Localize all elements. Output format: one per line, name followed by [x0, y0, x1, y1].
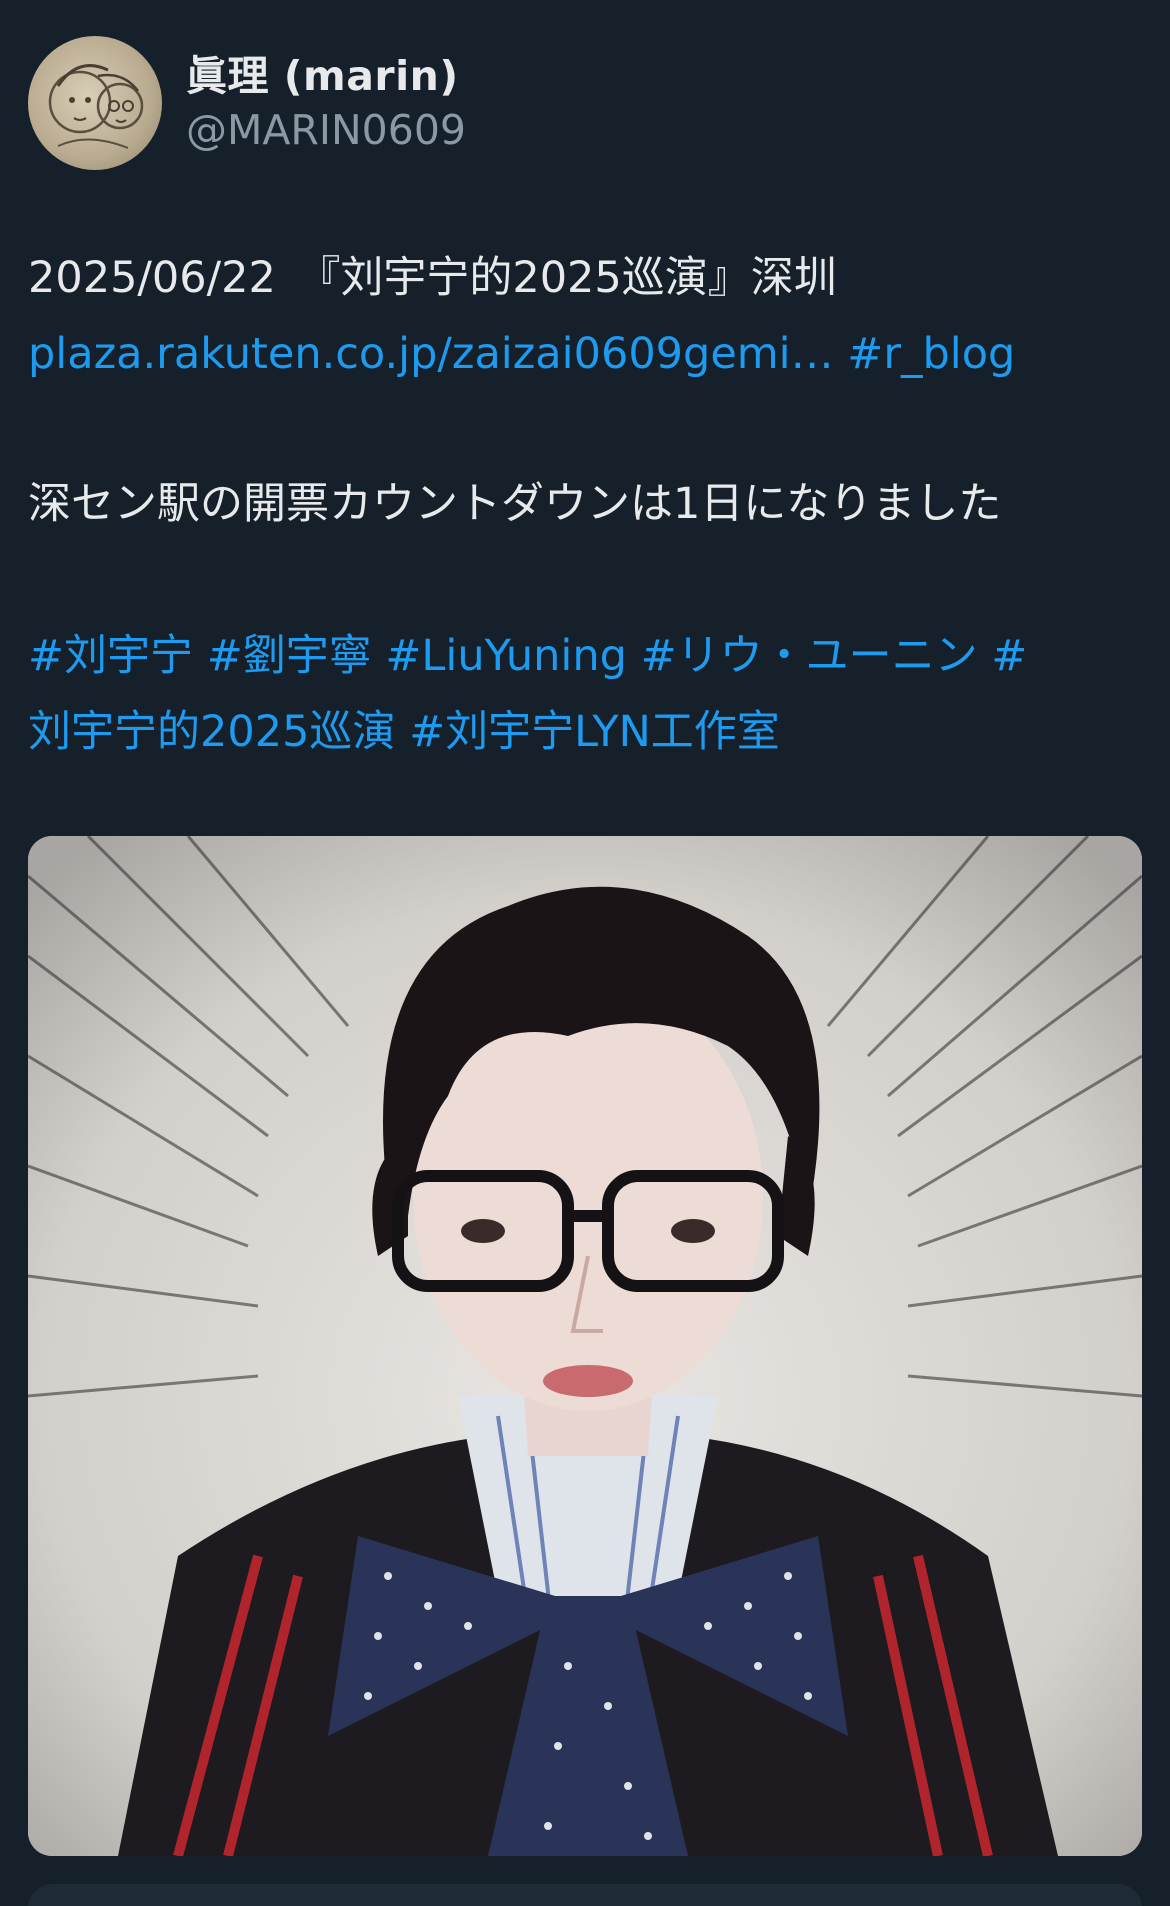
- author-names: 眞理 (marin) @MARIN0609: [186, 50, 466, 156]
- tweet-date-title: 2025/06/22 『刘宇宁的2025巡演』深圳: [28, 253, 837, 303]
- bottom-card-edge: [28, 1884, 1142, 1906]
- hashtags-line-2[interactable]: 刘宇宁的2025巡演 #刘宇宁LYN工作室: [28, 704, 780, 760]
- user-handle[interactable]: @MARIN0609: [186, 104, 466, 156]
- blog-link[interactable]: plaza.rakuten.co.jp/zaizai0609gemi…: [28, 329, 834, 379]
- tweet-media-image[interactable]: [28, 836, 1142, 1856]
- tweet-link-line: plaza.rakuten.co.jp/zaizai0609gemi… #r_b…: [28, 326, 1015, 382]
- tweet-header: 眞理 (marin) @MARIN0609: [28, 36, 466, 170]
- avatar[interactable]: [28, 36, 162, 170]
- photo-portrait-illustration: [28, 836, 1142, 1856]
- tweet-body-text: 深セン駅の開票カウントダウンは1日になりました: [28, 479, 1002, 529]
- avatar-illustration-icon: [48, 64, 144, 149]
- tweet-page: 眞理 (marin) @MARIN0609 2025/06/22 『刘宇宁的20…: [0, 0, 1170, 1906]
- display-name[interactable]: 眞理 (marin): [186, 50, 466, 102]
- hashtags-line-1[interactable]: #刘宇宁 #劉宇寧 #LiuYuning #リウ・ユーニン #: [28, 628, 1027, 684]
- hashtag-r-blog[interactable]: #r_blog: [847, 329, 1015, 379]
